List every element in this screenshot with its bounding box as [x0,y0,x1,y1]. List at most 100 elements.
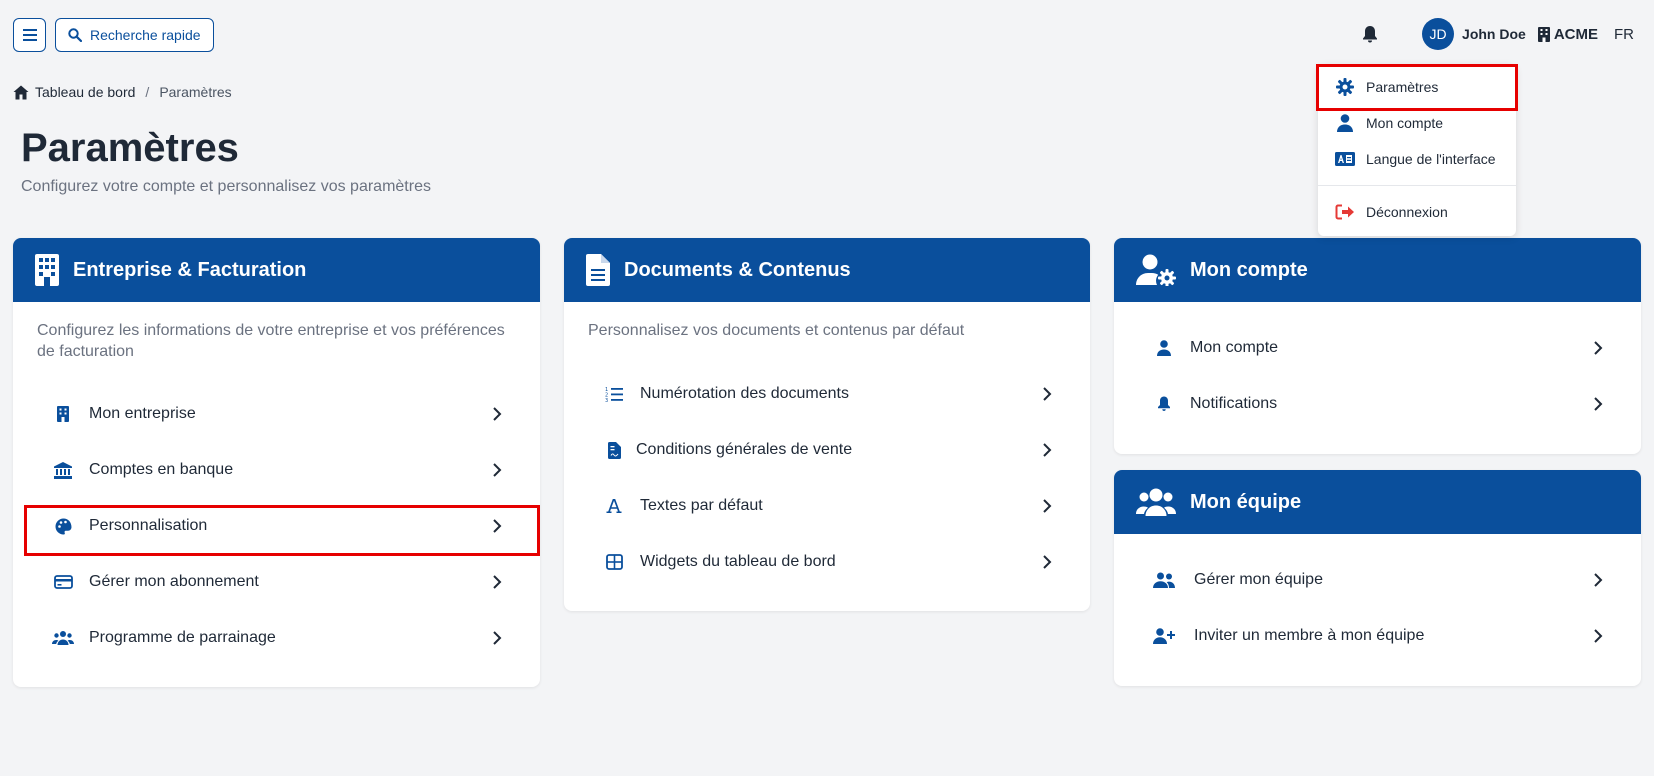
menu-item-label: Paramètres [1366,79,1439,95]
language-switcher[interactable]: FR [1614,26,1634,43]
font-icon [602,498,626,514]
users-icon [51,630,75,646]
user-icon [1152,340,1176,356]
user-dropdown-menu: Paramètres Mon compte Langue de l'interf… [1318,64,1516,236]
gear-icon [1334,78,1356,96]
chevron-right-icon [492,462,502,478]
quick-search-label: Recherche rapide [90,27,201,43]
team-card: Mon équipe Gérer mon équipe Inviter un m… [1114,470,1641,686]
account-card: Mon compte Mon compte Notifications [1114,238,1641,454]
credit-card-icon [51,575,75,589]
settings-item-label: Mon entreprise [89,405,196,422]
user-gear-icon [1136,254,1176,286]
account-card-header: Mon compte [1114,238,1641,302]
settings-item-personnalisation[interactable]: Personnalisation [37,506,516,546]
home-icon [13,85,29,99]
chevron-right-icon [492,518,502,534]
documents-card-title: Documents & Contenus [624,258,851,281]
page-subtitle: Configurez votre compte et personnalisez… [21,178,431,195]
billing-card-title: Entreprise & Facturation [73,258,307,281]
company-selector[interactable]: ACME [1537,26,1598,43]
user-name[interactable]: John Doe [1462,26,1526,42]
user-plus-icon [1152,628,1176,644]
settings-item-label: Widgets du tableau de bord [640,553,836,570]
breadcrumb-separator: / [145,84,150,100]
document-icon [586,254,610,286]
settings-item-gerer-mon-abonnement[interactable]: Gérer mon abonnement [37,562,516,602]
settings-item-label: Programme de parrainage [89,629,276,646]
documents-card-description: Personnalisez vos documents et contenus … [588,322,965,339]
settings-item-mon-entreprise[interactable]: Mon entreprise [37,394,516,434]
user-icon [1334,114,1356,132]
menu-divider [1318,185,1516,186]
settings-item-widgets-du-tableau-de-bord[interactable]: Widgets du tableau de bord [588,542,1066,582]
bank-icon [51,461,75,479]
chevron-right-icon [492,630,502,646]
menu-item-parametres[interactable]: Paramètres [1318,69,1516,105]
chevron-right-icon [1593,396,1603,412]
menu-item-label: Mon compte [1366,115,1444,131]
settings-item-label: Gérer mon équipe [1194,571,1323,588]
billing-card: Entreprise & Facturation Configurez les … [13,238,540,687]
documents-card: Documents & Contenus Personnalisez vos d… [564,238,1090,611]
menu-item-label: Déconnexion [1366,204,1448,220]
numbered-list-icon: 123 [602,386,626,402]
chevron-right-icon [1593,628,1603,644]
settings-item-label: Notifications [1190,395,1278,412]
settings-item-inviter-un-membre[interactable]: Inviter un membre à mon équipe [1138,616,1617,656]
bell-icon [1152,396,1176,412]
chevron-right-icon [1593,572,1603,588]
settings-item-conditions-generales-de-vente[interactable]: Conditions générales de vente [588,430,1066,470]
table-icon [602,554,626,570]
users-icon [1152,572,1176,588]
menu-item-langue-interface[interactable]: Langue de l'interface [1318,141,1516,177]
settings-item-label: Gérer mon abonnement [89,573,259,590]
svg-text:3: 3 [605,398,608,402]
notifications-bell-icon[interactable] [1360,23,1382,45]
file-contract-icon [602,441,626,459]
documents-card-header: Documents & Contenus [564,238,1090,302]
building-icon [35,254,59,286]
search-icon [68,28,82,42]
avatar[interactable]: JD [1422,18,1455,50]
settings-item-gerer-mon-equipe[interactable]: Gérer mon équipe [1138,560,1617,600]
menu-item-label: Langue de l'interface [1366,151,1496,167]
breadcrumb-current: Paramètres [159,84,232,100]
menu-item-mon-compte[interactable]: Mon compte [1318,105,1516,141]
settings-item-label: Comptes en banque [89,461,234,478]
team-card-header: Mon équipe [1114,470,1641,534]
settings-item-comptes-en-banque[interactable]: Comptes en banque [37,450,516,490]
team-card-title: Mon équipe [1190,490,1302,513]
chevron-right-icon [1042,554,1052,570]
chevron-right-icon [492,574,502,590]
breadcrumb: Tableau de bord / Paramètres [13,84,232,100]
building-icon [1537,26,1550,42]
quick-search-button[interactable]: Recherche rapide [55,18,214,52]
palette-icon [51,518,75,535]
settings-item-mon-compte[interactable]: Mon compte [1138,328,1617,368]
avatar-initials: JD [1429,26,1447,42]
chevron-right-icon [1042,386,1052,402]
language-icon [1334,152,1356,166]
chevron-right-icon [1042,498,1052,514]
building-icon [51,406,75,422]
settings-item-label: Mon compte [1190,339,1279,356]
breadcrumb-home-link[interactable]: Tableau de bord [35,84,135,100]
settings-item-programme-de-parrainage[interactable]: Programme de parrainage [37,618,516,658]
settings-item-textes-par-defaut[interactable]: Textes par défaut [588,486,1066,526]
settings-item-label: Conditions générales de vente [636,441,853,458]
page-title: Paramètres [21,126,239,170]
settings-item-label: Personnalisation [89,517,208,534]
billing-card-description: Configurez les informations de votre ent… [37,322,505,360]
menu-item-deconnexion[interactable]: Déconnexion [1318,194,1516,230]
account-card-title: Mon compte [1190,258,1308,281]
billing-card-header: Entreprise & Facturation [13,238,540,302]
hamburger-icon [22,29,37,41]
settings-item-numerotation-des-documents[interactable]: 123 Numérotation des documents [588,374,1066,414]
settings-item-notifications[interactable]: Notifications [1138,384,1617,424]
chevron-right-icon [492,406,502,422]
users-icon [1136,488,1176,516]
chevron-right-icon [1593,340,1603,356]
menu-toggle-button[interactable] [13,18,46,52]
settings-item-label: Numérotation des documents [640,385,849,402]
